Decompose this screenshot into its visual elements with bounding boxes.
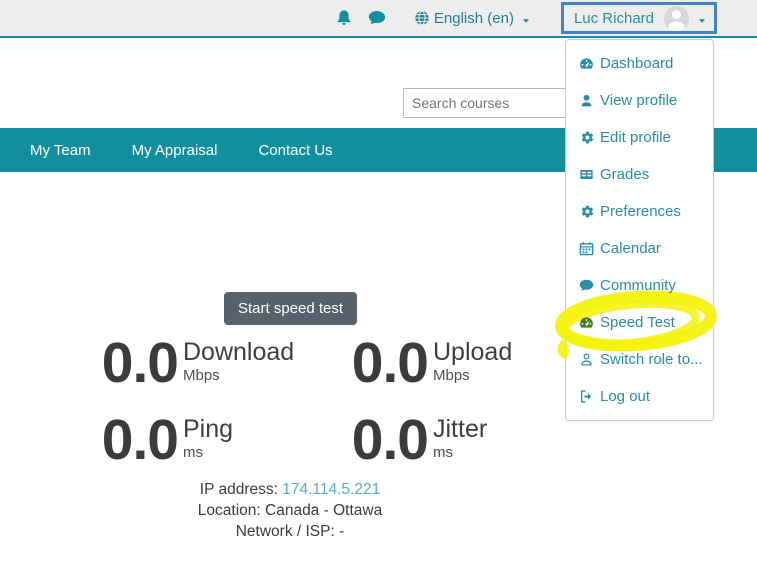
user-menu-button[interactable]: Luc Richard xyxy=(561,2,717,34)
menu-item-label: Grades xyxy=(600,166,649,183)
menu-item-label: Speed Test xyxy=(600,314,675,331)
nav-link-my-team[interactable]: My Team xyxy=(30,142,91,159)
metric-unit: ms xyxy=(183,444,233,461)
connection-info: IP address: 174.114.5.221 Location: Cana… xyxy=(60,479,520,542)
metric-label: Jitter xyxy=(433,416,487,442)
menu-item-label: Community xyxy=(600,277,676,294)
menu-item-switch-role-to[interactable]: Switch role to... xyxy=(566,341,713,378)
user-outline-icon xyxy=(579,352,594,367)
menu-item-label: View profile xyxy=(600,92,677,109)
menu-item-label: Preferences xyxy=(600,203,681,220)
logout-icon xyxy=(579,389,594,404)
language-label: English (en) xyxy=(434,10,514,27)
user-icon xyxy=(579,93,594,108)
notifications-bell-icon[interactable] xyxy=(335,9,353,27)
metric-ping: 0.0Ping ms xyxy=(88,411,233,469)
menu-item-edit-profile[interactable]: Edit profile xyxy=(566,119,713,156)
messages-comment-icon[interactable] xyxy=(368,9,386,27)
user-dropdown-menu: Dashboard View profile Edit profile Grades P… xyxy=(565,39,714,421)
menu-item-label: Calendar xyxy=(600,240,661,257)
metric-value: 0.0 xyxy=(88,334,178,392)
chevron-down-icon xyxy=(521,13,531,23)
menu-item-community[interactable]: Community xyxy=(566,267,713,304)
globe-icon xyxy=(414,10,430,26)
calendar-icon xyxy=(579,241,594,256)
nav-link-my-appraisal[interactable]: My Appraisal xyxy=(132,142,218,159)
menu-item-preferences[interactable]: Preferences xyxy=(566,193,713,230)
network-line: Network / ISP: - xyxy=(60,521,520,542)
ip-address-line: IP address: 174.114.5.221 xyxy=(60,479,520,500)
metric-unit: Mbps xyxy=(183,367,294,384)
metric-label: Ping xyxy=(183,416,233,442)
start-speed-test-button[interactable]: Start speed test xyxy=(224,292,357,325)
metric-download: 0.0Download Mbps xyxy=(88,334,294,392)
metric-unit: ms xyxy=(433,444,487,461)
ip-value: 174.114.5.221 xyxy=(282,481,380,498)
top-bar: English (en) Luc Richard xyxy=(0,0,757,38)
menu-item-label: Switch role to... xyxy=(600,351,703,368)
gear-icon xyxy=(579,130,594,145)
menu-item-label: Dashboard xyxy=(600,55,673,72)
menu-item-calendar[interactable]: Calendar xyxy=(566,230,713,267)
avatar xyxy=(664,6,689,31)
speedometer-icon xyxy=(579,315,594,330)
chevron-down-icon xyxy=(697,13,707,23)
metric-value: 0.0 xyxy=(338,334,428,392)
menu-item-log-out[interactable]: Log out xyxy=(566,378,713,415)
search-input[interactable] xyxy=(403,88,573,118)
menu-item-label: Log out xyxy=(600,388,650,405)
grades-icon xyxy=(579,167,594,182)
language-selector[interactable]: English (en) xyxy=(414,10,531,27)
menu-item-view-profile[interactable]: View profile xyxy=(566,82,713,119)
location-line: Location: Canada - Ottawa xyxy=(60,500,520,521)
metric-label: Download xyxy=(183,339,294,365)
metric-value: 0.0 xyxy=(338,411,428,469)
metric-value: 0.0 xyxy=(88,411,178,469)
ip-label: IP address: xyxy=(200,481,282,498)
gear-icon xyxy=(579,204,594,219)
nav-link-contact-us[interactable]: Contact Us xyxy=(258,142,332,159)
menu-item-grades[interactable]: Grades xyxy=(566,156,713,193)
user-name: Luc Richard xyxy=(574,10,654,27)
dashboard-icon xyxy=(579,56,594,71)
comment-icon xyxy=(579,278,594,293)
menu-item-dashboard[interactable]: Dashboard xyxy=(566,45,713,82)
menu-item-label: Edit profile xyxy=(600,129,671,146)
metric-upload: 0.0Upload Mbps xyxy=(338,334,512,392)
metric-unit: Mbps xyxy=(433,367,512,384)
page: English (en) Luc Richard My Team My Appra… xyxy=(0,0,757,561)
metric-label: Upload xyxy=(433,339,512,365)
menu-item-speed-test[interactable]: Speed Test xyxy=(566,304,713,341)
metric-jitter: 0.0Jitter ms xyxy=(338,411,487,469)
